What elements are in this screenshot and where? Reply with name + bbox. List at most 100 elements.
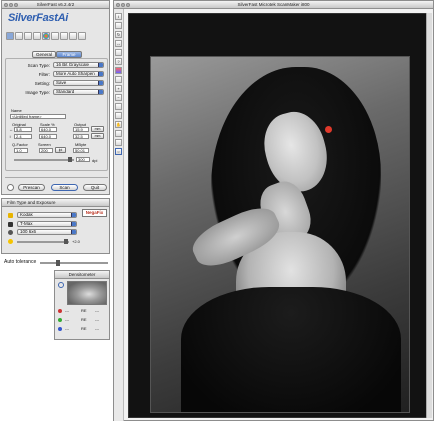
- densitometer-value: RE: [81, 326, 87, 331]
- densitometer-value: ---: [95, 326, 99, 331]
- image-type-select[interactable]: Standard: [53, 89, 104, 95]
- resolution-unit-select[interactable]: lpi: [55, 147, 66, 153]
- preview-scrollbar[interactable]: [426, 13, 432, 418]
- main-window-titlebar[interactable]: SilverFast v6.2.4r2: [2, 1, 109, 9]
- densitometer-row: --- RE ---: [57, 317, 109, 325]
- auto-tolerance-thumb[interactable]: [56, 260, 60, 266]
- loupe-icon[interactable]: [58, 282, 64, 288]
- hand-tool-icon[interactable]: ✋: [115, 121, 122, 128]
- photo-frame[interactable]: [150, 56, 410, 413]
- width-arrow-icon: ↔: [9, 127, 13, 132]
- scale-height-field[interactable]: 640.0: [39, 134, 57, 139]
- zoom-tool-icon[interactable]: [6, 32, 14, 40]
- setting-select[interactable]: Save: [53, 80, 104, 86]
- color-circle-icon[interactable]: [42, 32, 50, 40]
- qfactor-label: Q-Factor: [12, 142, 28, 147]
- magnifier-preview: [67, 281, 107, 305]
- window-controls[interactable]: [4, 3, 18, 7]
- densitometer-value: ---: [65, 308, 69, 313]
- densitometer-value: ---: [65, 317, 69, 322]
- app-logo: SilverFastAi: [8, 12, 68, 24]
- gradation-icon[interactable]: [24, 32, 32, 40]
- quit-button[interactable]: Quit: [83, 184, 107, 191]
- prefs-tool-icon[interactable]: [115, 49, 122, 56]
- resolution-slider-thumb[interactable]: [68, 157, 72, 162]
- negafix-badge: NegaFix: [82, 209, 107, 217]
- densitometer-titlebar[interactable]: Densitometer: [55, 271, 109, 279]
- separator: [5, 177, 108, 178]
- preview-window-controls[interactable]: [116, 3, 130, 7]
- expert-icon[interactable]: [78, 32, 86, 40]
- jacket-shape: [181, 287, 401, 412]
- dust-tool-icon[interactable]: [115, 103, 122, 110]
- densitometer-value: RE: [81, 317, 87, 322]
- height-arrow-icon: ↕: [9, 134, 11, 139]
- loupe-tool-icon[interactable]: ○: [115, 148, 122, 155]
- scale-width-field[interactable]: 640.0: [39, 127, 57, 132]
- prescan-button[interactable]: Prescan: [18, 184, 45, 191]
- densitometer-value: RE: [81, 308, 87, 313]
- eyedropper-tool-icon[interactable]: [115, 130, 122, 137]
- unit-select-height[interactable]: mm: [91, 133, 104, 139]
- frame-tool-icon[interactable]: [115, 22, 122, 29]
- film-brand-select[interactable]: Kodak: [17, 212, 77, 218]
- levels-icon[interactable]: [33, 32, 41, 40]
- film-panel-titlebar[interactable]: Film Type and Exposure: [2, 199, 109, 207]
- output-height-field[interactable]: 32.5: [73, 134, 89, 139]
- film-type-select[interactable]: T-Max: [17, 221, 77, 227]
- iso-icon: [8, 230, 13, 235]
- tab-frame[interactable]: Frame: [56, 51, 82, 58]
- channel-dot-icon: [58, 327, 62, 331]
- help-tool-icon[interactable]: ?: [115, 58, 122, 65]
- exposure-slider-thumb[interactable]: [64, 239, 68, 244]
- filter-label: Filter:: [38, 72, 50, 77]
- screen-label: Screen: [38, 142, 51, 147]
- preview-window: SilverFast Microtek ScanMaker i800 i ↻ ↔…: [113, 0, 434, 421]
- color-correction-icon[interactable]: [51, 32, 59, 40]
- screen-field[interactable]: 200: [39, 148, 53, 153]
- original-width-field[interactable]: 5.8: [14, 127, 32, 132]
- info-tool-icon[interactable]: i: [115, 13, 122, 20]
- exposure-slider-track[interactable]: [17, 241, 69, 243]
- output-width-field[interactable]: 15.9: [73, 127, 89, 132]
- measure-target-icon[interactable]: [325, 126, 332, 133]
- resolution-slider-track[interactable]: [14, 159, 74, 161]
- qfactor-field[interactable]: 1.0: [14, 148, 28, 153]
- selective-color-icon[interactable]: [69, 32, 77, 40]
- mbyte-field: 50.01: [73, 148, 89, 153]
- zoom-out-icon[interactable]: −: [115, 94, 122, 101]
- densitometer-value: ---: [65, 326, 69, 331]
- scan-type-label: Scan Type:: [27, 63, 50, 68]
- iso-select[interactable]: 100 6x6: [17, 229, 77, 235]
- channel-dot-icon: [58, 318, 62, 322]
- dpi-field[interactable]: 300: [76, 157, 90, 162]
- stack-tool-icon[interactable]: [115, 112, 122, 119]
- setting-label: Setting:: [34, 81, 50, 86]
- scan-button[interactable]: Scan: [51, 184, 78, 191]
- name-label: Name: [11, 108, 22, 113]
- filter-select[interactable]: More Auto Sharpen: [53, 71, 104, 77]
- flip-tool-icon[interactable]: ↔: [115, 40, 122, 47]
- frame-name-field[interactable]: <Untitled frame>: [10, 114, 66, 119]
- original-height-field[interactable]: 2.4: [14, 134, 32, 139]
- densitometer-rows: --- RE --- --- RE --- --- RE ---: [57, 308, 109, 338]
- settings-icon[interactable]: [60, 32, 68, 40]
- tab-general[interactable]: General: [32, 51, 56, 58]
- scan-type-select[interactable]: 16 Bit Grayscale: [53, 62, 104, 68]
- info-icon[interactable]: [7, 184, 14, 191]
- auto-tolerance-track[interactable]: [40, 262, 108, 264]
- channel-dot-icon: [58, 309, 62, 313]
- film-icon: [8, 222, 13, 227]
- color-tool-icon[interactable]: [115, 67, 122, 74]
- image-type-label: Image Type:: [25, 90, 50, 95]
- grid-tool-icon[interactable]: [115, 76, 122, 83]
- densitometer-title: Densitometer: [68, 272, 96, 277]
- exposure-sun-icon: [8, 239, 13, 244]
- preview-titlebar[interactable]: SilverFast Microtek ScanMaker i800: [114, 1, 433, 9]
- brand-icon: [8, 213, 13, 218]
- unit-select-width[interactable]: mm: [91, 126, 104, 132]
- zoom-in-icon[interactable]: +: [115, 85, 122, 92]
- histogram-icon[interactable]: [15, 32, 23, 40]
- rotate-tool-icon[interactable]: ↻: [115, 31, 122, 38]
- measure-tool-icon[interactable]: [115, 139, 122, 146]
